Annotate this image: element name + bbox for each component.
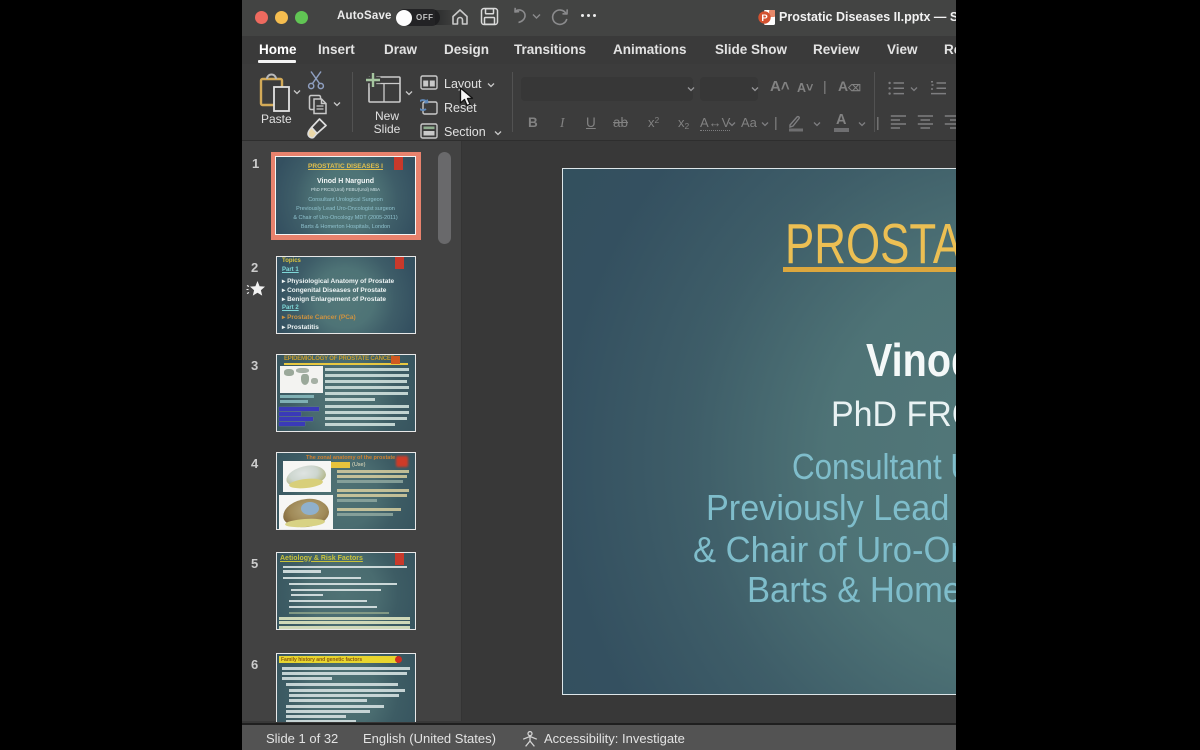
svg-text:P: P [761, 13, 768, 24]
